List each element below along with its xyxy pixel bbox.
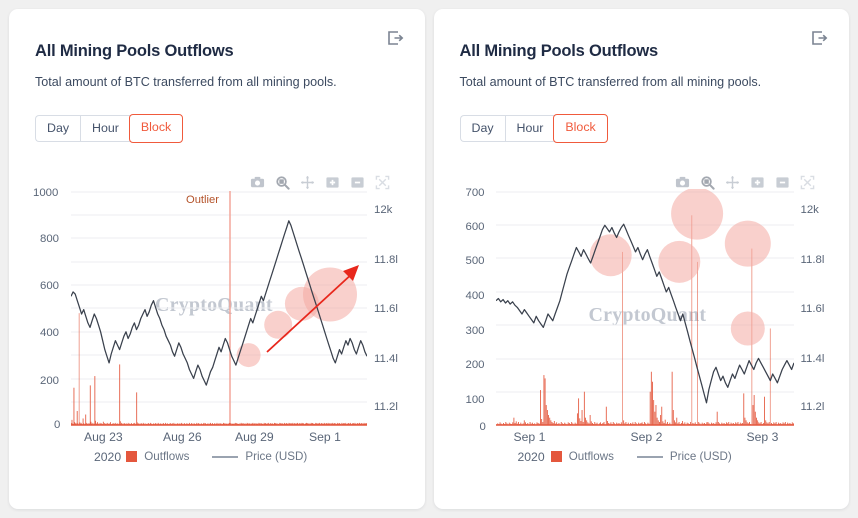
- legend-swatch-price: [212, 456, 238, 458]
- dashboard-page: All Mining Pools Outflows Total amount o…: [0, 0, 858, 518]
- tab-block[interactable]: Block: [553, 114, 607, 143]
- legend-label-price: Price (USD): [245, 450, 307, 463]
- legend-item-outflows[interactable]: Outflows: [551, 450, 614, 463]
- tab-block[interactable]: Block: [129, 114, 183, 143]
- legend-item-outflows[interactable]: Outflows: [126, 450, 189, 463]
- series-group: [496, 188, 794, 425]
- legend-label-outflows: Outflows: [144, 450, 189, 463]
- chart-legend: Outflows Price (USD): [434, 450, 850, 463]
- chart-legend: Outflows Price (USD): [9, 450, 425, 463]
- legend-label-price: Price (USD): [670, 450, 732, 463]
- legend-item-price[interactable]: Price (USD): [637, 450, 732, 463]
- highlight-circles: [589, 188, 770, 346]
- legend-item-price[interactable]: Price (USD): [212, 450, 307, 463]
- legend-swatch-outflows: [126, 451, 137, 462]
- plot-svg-right: [434, 9, 850, 509]
- plot-area-left[interactable]: [9, 9, 425, 509]
- legend-label-outflows: Outflows: [569, 450, 614, 463]
- chart-card-right: All Mining Pools Outflows Total amount o…: [434, 9, 850, 509]
- legend-swatch-price: [637, 456, 663, 458]
- outflow-bars: [71, 313, 367, 425]
- legend-swatch-outflows: [551, 451, 562, 462]
- plot-svg-left: [9, 9, 425, 509]
- plot-area-right[interactable]: [434, 9, 850, 509]
- chart-card-left: All Mining Pools Outflows Total amount o…: [9, 9, 425, 509]
